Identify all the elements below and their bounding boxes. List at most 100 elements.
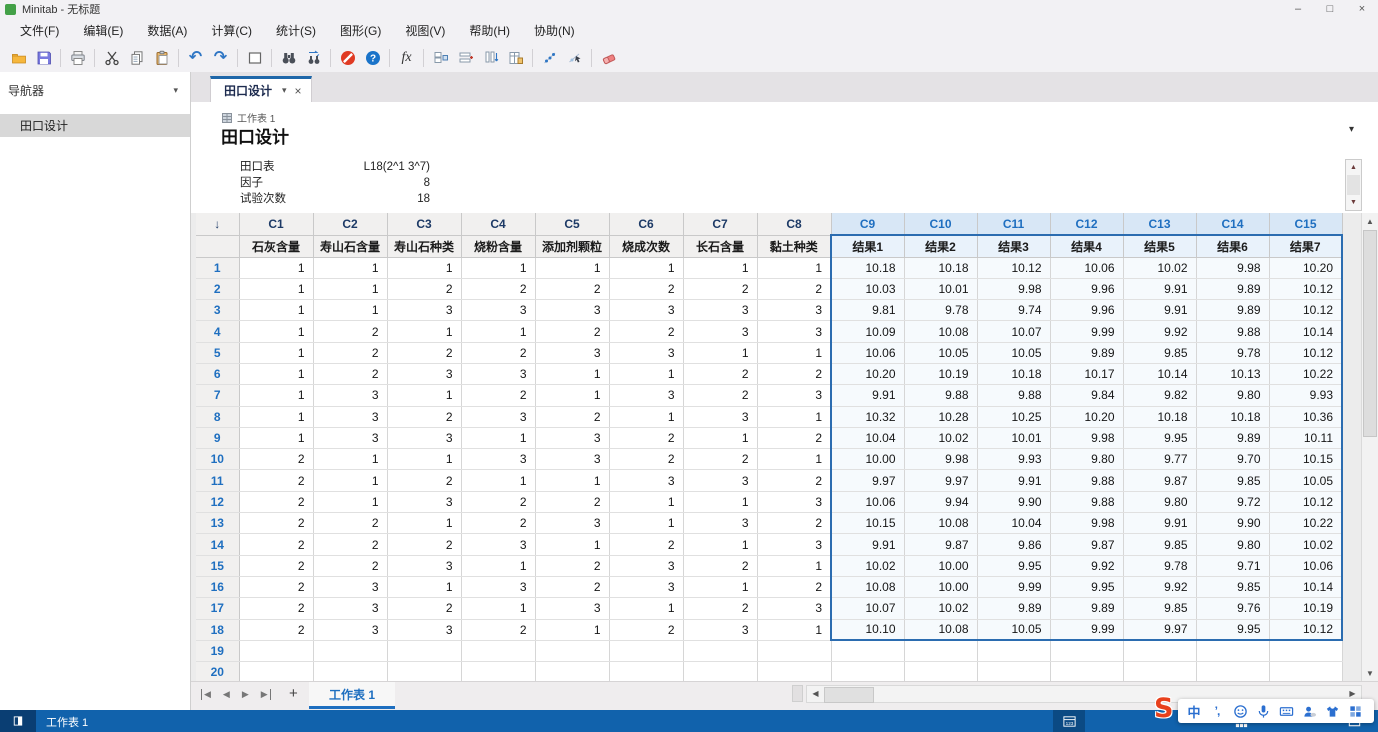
grid-cell[interactable]: 10.32 (831, 406, 904, 427)
column-name-C2[interactable]: 寿山石含量 (313, 235, 387, 257)
last-sheet-icon[interactable]: ▶ (261, 689, 271, 700)
grid-cell[interactable]: 3 (535, 513, 609, 534)
column-header-C4[interactable]: C4 (461, 213, 535, 235)
grid-cell[interactable]: 9.78 (1196, 342, 1269, 363)
grid-cell[interactable] (1050, 640, 1123, 661)
grid-cell[interactable]: 3 (757, 321, 831, 342)
grid-cell[interactable]: 3 (609, 555, 683, 576)
grid-cell[interactable]: 3 (461, 534, 535, 555)
new-window-icon[interactable] (242, 47, 267, 70)
grid-cell[interactable]: 2 (239, 619, 313, 640)
grid-cell[interactable] (831, 640, 904, 661)
grid-cell[interactable]: 1 (461, 321, 535, 342)
grid-cell[interactable]: 9.91 (831, 534, 904, 555)
grid-cell[interactable]: 2 (609, 534, 683, 555)
grid-cell[interactable]: 9.80 (1123, 491, 1196, 512)
menu-item[interactable]: 帮助(H) (457, 18, 522, 44)
grid-cell[interactable]: 9.95 (1050, 576, 1123, 597)
grid-cell[interactable]: 9.88 (904, 385, 977, 406)
grid-cell[interactable]: 1 (535, 257, 609, 278)
grid-cell[interactable]: 9.97 (904, 470, 977, 491)
insert-function-icon[interactable]: fx (394, 47, 419, 70)
grid-cell[interactable]: 2 (461, 619, 535, 640)
grid-cell[interactable]: 2 (757, 513, 831, 534)
grid-cell[interactable]: 1 (387, 513, 461, 534)
grid-cell[interactable] (1269, 640, 1342, 661)
column-name-C12[interactable]: 结果4 (1050, 235, 1123, 257)
grid-cell[interactable]: 9.86 (977, 534, 1050, 555)
grid-cell[interactable]: 3 (757, 534, 831, 555)
cut-icon[interactable] (99, 47, 124, 70)
grid-cell[interactable]: 3 (757, 385, 831, 406)
grid-cell[interactable] (757, 662, 831, 682)
column-name-C13[interactable]: 结果5 (1123, 235, 1196, 257)
grid-cell[interactable]: 10.08 (904, 513, 977, 534)
menu-item[interactable]: 视图(V) (393, 18, 457, 44)
grid-cell[interactable]: 2 (683, 555, 757, 576)
grid-cell[interactable]: 10.02 (904, 427, 977, 448)
grid-cell[interactable]: 2 (535, 321, 609, 342)
grid-cell[interactable]: 3 (683, 513, 757, 534)
grid-cell[interactable]: 2 (683, 278, 757, 299)
grid-cell[interactable] (239, 662, 313, 682)
grid-cell[interactable]: 9.85 (1123, 598, 1196, 619)
row-number[interactable]: 13 (196, 513, 239, 534)
grid-cell[interactable]: 9.77 (1123, 449, 1196, 470)
row-number[interactable]: 7 (196, 385, 239, 406)
row-number[interactable]: 10 (196, 449, 239, 470)
row-number[interactable]: 15 (196, 555, 239, 576)
navigator-caret-icon[interactable]: ▾ (173, 85, 178, 96)
grid-cell[interactable]: 3 (609, 342, 683, 363)
grid-cell[interactable]: 2 (757, 427, 831, 448)
grid-cell[interactable]: 9.91 (1123, 278, 1196, 299)
active-worksheet-icon[interactable] (0, 710, 36, 732)
grid-cell[interactable]: 1 (387, 576, 461, 597)
grid-cell[interactable]: 9.90 (1196, 513, 1269, 534)
grid-cell[interactable]: 1 (683, 576, 757, 597)
grid-cell[interactable]: 1 (239, 257, 313, 278)
grid-cell[interactable]: 1 (313, 449, 387, 470)
grid-cell[interactable]: 1 (313, 278, 387, 299)
grid-cell[interactable]: 1 (313, 257, 387, 278)
grid-cell[interactable]: 9.97 (831, 470, 904, 491)
grid-cell[interactable]: 10.01 (977, 427, 1050, 448)
chinese-mode-icon[interactable]: 中 (1186, 703, 1202, 719)
grid-cell[interactable]: 2 (683, 385, 757, 406)
grid-cell[interactable]: 3 (461, 576, 535, 597)
grid-cell[interactable] (683, 662, 757, 682)
splitter-handle[interactable] (792, 685, 803, 702)
grid-cell[interactable]: 3 (313, 385, 387, 406)
grid-cell[interactable]: 3 (683, 470, 757, 491)
grid-cell[interactable]: 1 (239, 321, 313, 342)
grid-cell[interactable]: 2 (239, 534, 313, 555)
grid-cell[interactable]: 9.89 (1050, 342, 1123, 363)
grid-cell[interactable]: 3 (387, 619, 461, 640)
grid-cell[interactable]: 9.89 (1196, 427, 1269, 448)
paste-icon[interactable] (149, 47, 174, 70)
scroll-up-icon[interactable]: ▲ (1346, 160, 1361, 175)
row-number[interactable]: 19 (196, 640, 239, 661)
column-name-C1[interactable]: 石灰含量 (239, 235, 313, 257)
grid-cell[interactable]: 10.02 (1123, 257, 1196, 278)
grid-cell[interactable]: 9.88 (1050, 470, 1123, 491)
insert-columns-icon[interactable] (478, 47, 503, 70)
grid-cell[interactable]: 3 (683, 406, 757, 427)
grid-cell[interactable]: 2 (461, 342, 535, 363)
column-name-C3[interactable]: 寿山石种类 (387, 235, 461, 257)
scroll-left-icon[interactable]: ◀ (807, 686, 824, 702)
grid-cell[interactable] (683, 640, 757, 661)
grid-cell[interactable]: 10.08 (904, 619, 977, 640)
grid-cell[interactable]: 2 (683, 363, 757, 384)
grid-cell[interactable]: 3 (313, 427, 387, 448)
column-header-C13[interactable]: C13 (1123, 213, 1196, 235)
grid-cell[interactable]: 9.98 (977, 278, 1050, 299)
save-file-icon[interactable] (31, 47, 56, 70)
grid-cell[interactable]: 3 (609, 385, 683, 406)
grid-cell[interactable]: 9.71 (1196, 555, 1269, 576)
grid-cell[interactable]: 1 (461, 470, 535, 491)
grid-cell[interactable]: 10.07 (831, 598, 904, 619)
grid-cell[interactable]: 1 (313, 300, 387, 321)
grid-cell[interactable]: 2 (535, 406, 609, 427)
grid-cell[interactable]: 2 (239, 470, 313, 491)
menu-item[interactable]: 数据(A) (135, 18, 199, 44)
